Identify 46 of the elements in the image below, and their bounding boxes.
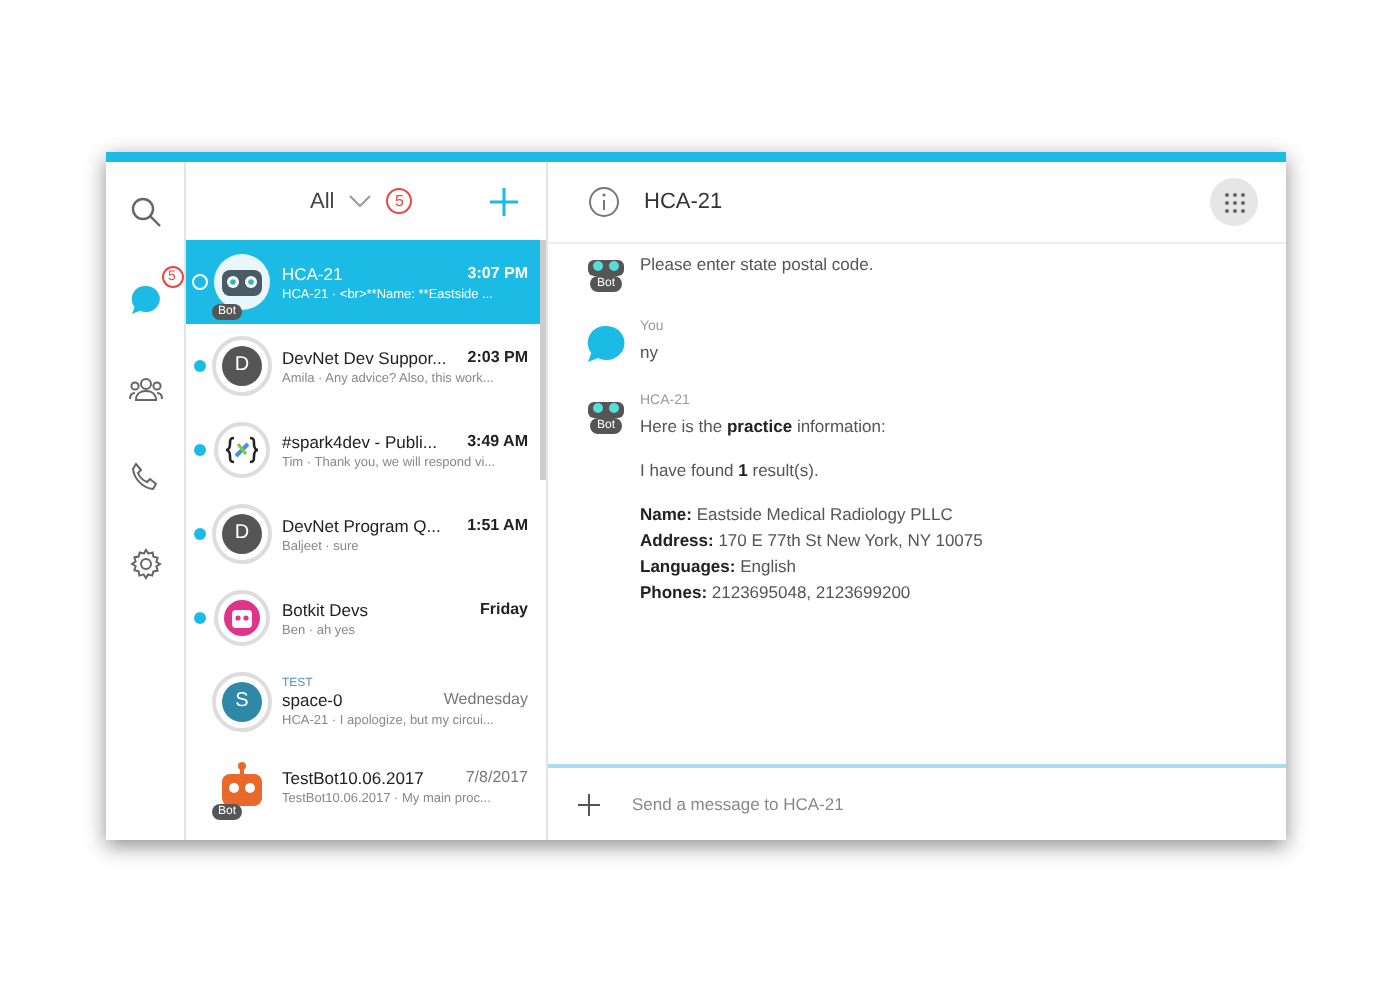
code-brackets-avatar <box>214 422 270 478</box>
conversation-time: Friday <box>479 599 528 619</box>
message-text: ny <box>640 340 660 366</box>
message-text: Address: 170 E 77th St New York, NY 10075 <box>640 528 983 554</box>
robot-avatar <box>588 256 624 276</box>
robot-avatar <box>588 398 624 418</box>
message-text: Name: Eastside Medical Radiology PLLC <box>640 502 955 528</box>
conversation-title: Botkit Devs <box>282 599 368 619</box>
apps-button[interactable] <box>1210 178 1258 226</box>
avatar: D <box>212 504 272 564</box>
conversation-title: TestBot10.06.2017 <box>282 767 424 787</box>
search-icon <box>129 196 161 228</box>
robot-avatar <box>214 590 270 646</box>
conversation-time: 7/8/2017 <box>465 767 528 787</box>
conversation-title: #spark4dev - Publi... <box>282 431 437 451</box>
conversation-title: DevNet Dev Suppor... <box>282 347 447 367</box>
add-icon[interactable] <box>578 793 600 815</box>
message-text: I have found 1 result(s). <box>640 458 821 484</box>
conversation-title: space-0 <box>282 689 343 709</box>
chevron-down-icon <box>348 194 373 208</box>
robot-avatar <box>212 252 272 312</box>
conversation-time: 2:03 PM <box>467 347 528 367</box>
status-ring <box>191 274 207 290</box>
message-text: Phones: 2123695048, 2123699200 <box>640 580 913 606</box>
message-text: Please enter state postal code. <box>640 252 874 278</box>
grid-icon <box>1223 191 1245 213</box>
message-text: Here is the practice information: <box>640 414 888 440</box>
conversation-title: HCA-21 <box>282 263 343 283</box>
filter-dropdown[interactable]: All <box>310 189 373 213</box>
chat-title: HCA-21 <box>644 190 723 214</box>
unread-count-badge: 5 <box>386 188 413 214</box>
conversation-time: 3:07 PM <box>467 263 528 283</box>
settings-icon <box>129 548 161 580</box>
message-text: Languages: English <box>640 554 798 580</box>
people-icon <box>127 374 163 402</box>
conversation-time: 1:51 AM <box>467 515 528 535</box>
avatar: D <box>212 336 272 396</box>
info-icon[interactable] <box>588 186 620 218</box>
conversation-time: Wednesday <box>443 689 528 709</box>
conversation-title: DevNet Program Q... <box>282 515 441 535</box>
conversation-time: 3:49 AM <box>467 431 528 451</box>
chat-bubble-icon <box>127 282 163 318</box>
avatar: S <box>212 672 272 732</box>
chat-bubble-avatar <box>586 324 626 364</box>
phone-icon <box>130 461 160 491</box>
scrollbar[interactable] <box>540 240 546 480</box>
